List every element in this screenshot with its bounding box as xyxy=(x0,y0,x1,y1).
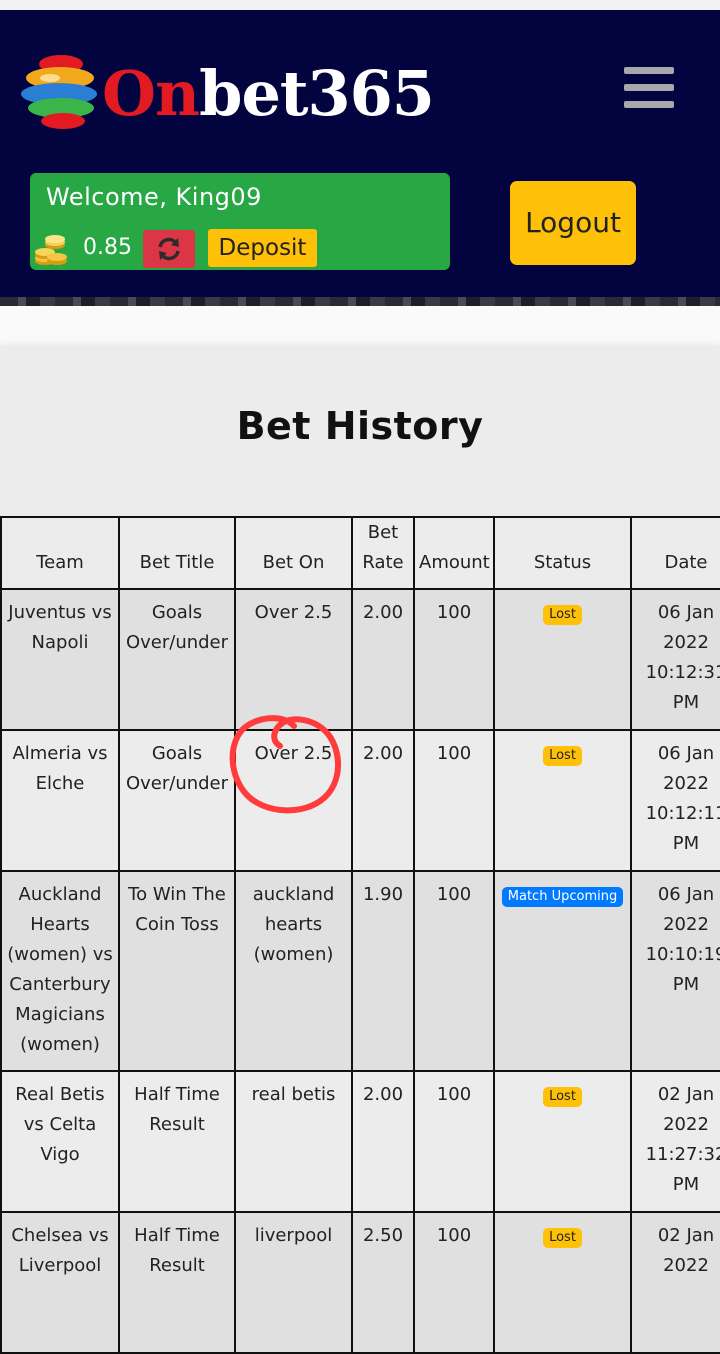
column-header: Team xyxy=(0,516,120,590)
date-cell: 02 Jan 2022 11:27:32 PM xyxy=(630,1070,720,1213)
status-cell: Lost xyxy=(493,1070,632,1213)
bet-on-cell: auckland hearts (women) xyxy=(234,870,353,1072)
team-cell: Auckland Hearts (women) vs Canterbury Ma… xyxy=(0,870,120,1072)
top-strip xyxy=(0,0,720,10)
column-header: Bet Title xyxy=(118,516,236,590)
rate-cell: 2.00 xyxy=(351,1070,415,1213)
amount-cell: 100 xyxy=(413,870,495,1072)
bet-on-cell: real betis xyxy=(234,1070,353,1213)
team-cell: Chelsea vs Liverpool xyxy=(0,1211,120,1354)
status-badge: Lost xyxy=(543,746,582,766)
team-cell: Almeria vs Elche xyxy=(0,729,120,872)
column-header: Bet Rate xyxy=(351,516,415,590)
refresh-button[interactable] xyxy=(143,230,195,268)
site-header: Onbet365 Welcome, King09 0.85 Deposit Lo… xyxy=(0,10,720,304)
status-badge: Lost xyxy=(543,1228,582,1248)
amount-cell: 100 xyxy=(413,588,495,731)
date-cell: 06 Jan 2022 10:12:31 PM xyxy=(630,588,720,731)
status-cell: Lost xyxy=(493,1211,632,1354)
status-badge: Lost xyxy=(543,605,582,625)
page-title: Bet History xyxy=(236,404,484,448)
spacer xyxy=(0,306,720,346)
bet-on-cell: Over 2.5 xyxy=(234,588,353,731)
bet-history-table: Team Bet Title Bet On Bet Rate Amount St… xyxy=(0,516,720,1354)
bet-on-cell: Over 2.5 xyxy=(234,729,353,872)
team-cell: Real Betis vs Celta Vigo xyxy=(0,1070,120,1213)
column-header: Date xyxy=(630,516,720,590)
menu-icon[interactable] xyxy=(624,67,676,109)
refresh-icon xyxy=(158,237,180,261)
table-row: Almeria vs Elche Goals Over/under Over 2… xyxy=(0,729,720,872)
amount-cell: 100 xyxy=(413,1070,495,1213)
rate-cell: 2.50 xyxy=(351,1211,415,1354)
column-header: Bet On xyxy=(234,516,353,590)
brand-bet: bet365 xyxy=(199,57,435,130)
status-badge: Lost xyxy=(543,1087,582,1107)
column-header: Status xyxy=(493,516,632,590)
status-cell: Lost xyxy=(493,588,632,731)
rate-cell: 1.90 xyxy=(351,870,415,1072)
table-row: Chelsea vs Liverpool Half Time Result li… xyxy=(0,1211,720,1354)
welcome-text: Welcome, King09 xyxy=(46,183,262,211)
balance-value: 0.85 xyxy=(83,235,132,260)
table-header-row: Team Bet Title Bet On Bet Rate Amount St… xyxy=(0,516,720,590)
date-cell: 02 Jan 2022 xyxy=(630,1211,720,1354)
welcome-panel: Welcome, King09 0.85 Deposit xyxy=(30,173,450,270)
logo-ball-icon xyxy=(21,55,97,129)
status-badge: Match Upcoming xyxy=(501,887,624,907)
amount-cell: 100 xyxy=(413,729,495,872)
status-cell: Lost xyxy=(493,729,632,872)
date-cell: 06 Jan 2022 10:10:19 PM xyxy=(630,870,720,1072)
brand-on: On xyxy=(102,57,200,130)
logout-button[interactable]: Logout xyxy=(510,181,636,265)
banner-strip xyxy=(0,297,720,306)
deposit-button[interactable]: Deposit xyxy=(208,229,317,267)
table-row: Juventus vs Napoli Goals Over/under Over… xyxy=(0,588,720,731)
rate-cell: 2.00 xyxy=(351,729,415,872)
coins-icon xyxy=(35,235,67,265)
rate-cell: 2.00 xyxy=(351,588,415,731)
site-logo[interactable]: Onbet365 xyxy=(20,50,435,140)
bet-title-cell: Goals Over/under xyxy=(118,588,236,731)
status-cell: Match Upcoming xyxy=(493,870,632,1072)
bet-title-cell: Half Time Result xyxy=(118,1070,236,1213)
table-row: Real Betis vs Celta Vigo Half Time Resul… xyxy=(0,1070,720,1213)
date-cell: 06 Jan 2022 10:12:11 PM xyxy=(630,729,720,872)
table-row: Auckland Hearts (women) vs Canterbury Ma… xyxy=(0,870,720,1072)
bet-on-cell: liverpool xyxy=(234,1211,353,1354)
column-header: Amount xyxy=(413,516,495,590)
bet-title-cell: To Win The Coin Toss xyxy=(118,870,236,1072)
brand-name: Onbet365 xyxy=(102,50,435,138)
amount-cell: 100 xyxy=(413,1211,495,1354)
bet-title-cell: Goals Over/under xyxy=(118,729,236,872)
team-cell: Juventus vs Napoli xyxy=(0,588,120,731)
bet-title-cell: Half Time Result xyxy=(118,1211,236,1354)
